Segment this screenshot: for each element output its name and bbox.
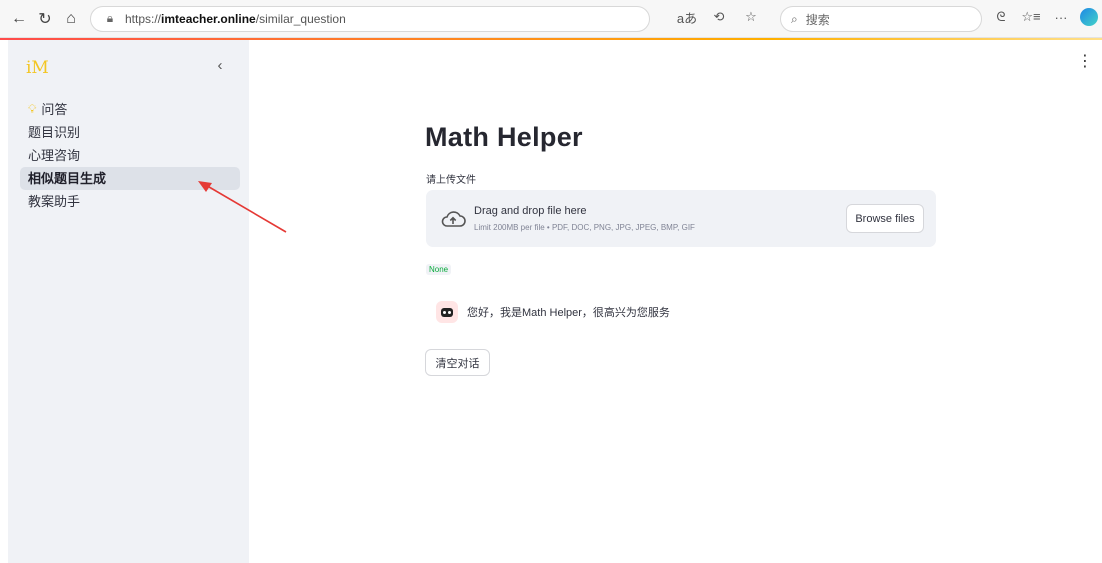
page-info-icon[interactable]: 🔒︎ <box>101 10 119 28</box>
home-icon[interactable]: ⌂ <box>58 6 84 32</box>
favorites-list-icon[interactable]: ☆≡ <box>1020 6 1042 28</box>
page-title: Math Helper <box>425 122 583 152</box>
sidebar-item-label: 教案助手 <box>28 194 81 209</box>
sidebar-item-label: 相似题目生成 <box>28 171 107 186</box>
browser-actions: aあ ⟲ ☆ <box>676 6 762 28</box>
dropzone-title: Drag and drop file here <box>474 205 587 217</box>
extension-icon[interactable]: ⟲ <box>708 6 730 28</box>
read-aloud-icon[interactable]: aあ <box>676 6 698 28</box>
main-menu-icon[interactable]: ⋮ <box>1077 52 1093 70</box>
chat-message: 您好，我是Math Helper，很高兴为您服务 <box>436 301 670 323</box>
profile-icon[interactable]: ᘓ <box>990 6 1012 28</box>
favorite-star-icon[interactable]: ☆ <box>740 6 762 28</box>
browser-search-box[interactable]: ⌕ 搜索 <box>780 6 982 32</box>
search-placeholder: 搜索 <box>805 12 830 27</box>
status-value: None <box>426 264 452 275</box>
app-logo: iM <box>26 58 49 78</box>
cloud-upload-icon <box>441 211 466 227</box>
sidebar-item-label: 问答 <box>41 102 68 117</box>
sidebar-item-qa[interactable]: 💡︎ 问答 <box>20 98 240 121</box>
sidebar-item-question-recognition[interactable]: 题目识别 <box>20 121 240 144</box>
sidebar-item-label: 心理咨询 <box>28 148 81 163</box>
browser-right-actions: ᘓ ☆≡ ··· <box>990 6 1098 28</box>
copilot-icon[interactable] <box>1080 8 1098 26</box>
upload-label: 请上传文件 <box>426 175 476 186</box>
browse-files-button[interactable]: Browse files <box>846 204 924 233</box>
annotation-arrow <box>198 181 287 233</box>
search-icon: ⌕ <box>791 11 798 26</box>
sidebar-item-label: 题目识别 <box>28 125 81 140</box>
back-arrow-icon[interactable]: ← <box>6 6 32 32</box>
sidebar-item-counseling[interactable]: 心理咨询 <box>20 144 240 167</box>
sidebar: iM ‹ 💡︎ 问答 题目识别 心理咨询 相似题目生成 教案助手 <box>8 40 249 563</box>
clear-chat-button[interactable]: 清空对话 <box>425 349 490 376</box>
dropzone-limits: Limit 200MB per file • PDF, DOC, PNG, JP… <box>474 223 695 232</box>
chat-message-text: 您好，我是Math Helper，很高兴为您服务 <box>467 307 670 319</box>
address-bar[interactable]: 🔒︎ https://imteacher.online/similar_ques… <box>90 5 650 32</box>
url-text[interactable]: https://imteacher.online/similar_questio… <box>125 12 346 26</box>
lightbulb-icon: 💡︎ <box>28 102 37 116</box>
browser-toolbar: ← ↻ ⌂ 🔒︎ https://imteacher.online/simila… <box>0 0 1102 38</box>
refresh-icon[interactable]: ↻ <box>32 6 58 32</box>
chevron-left-icon[interactable]: ‹ <box>211 56 229 74</box>
bot-avatar-icon <box>436 301 458 323</box>
more-options-icon[interactable]: ··· <box>1050 6 1072 28</box>
file-dropzone[interactable]: Drag and drop file here Limit 200MB per … <box>426 190 936 247</box>
